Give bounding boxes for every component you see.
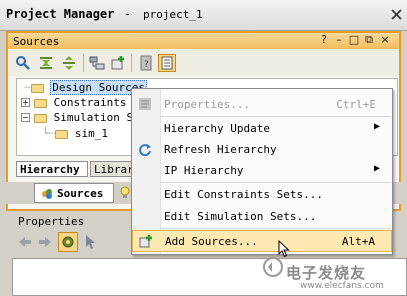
tab-libraries[interactable]: Librar bbox=[90, 161, 134, 177]
tree-item-label: Constraints bbox=[53, 96, 127, 109]
menu-item-edit-simulation-sets[interactable]: Edit Simulation Sets... bbox=[132, 206, 392, 227]
float-icon[interactable]: ⧉ bbox=[363, 34, 375, 46]
sources-tab-icon bbox=[42, 189, 52, 199]
folder-icon bbox=[34, 98, 47, 108]
tab-label: Sources bbox=[57, 187, 104, 200]
title-separator: - bbox=[124, 7, 132, 21]
help-icon[interactable]: ? bbox=[318, 34, 330, 46]
document-icon[interactable]: ? bbox=[137, 54, 155, 72]
maximize-icon[interactable]: □ bbox=[348, 34, 360, 46]
watermark-url: www.elecfans.com bbox=[300, 281, 384, 291]
menu-item-refresh-hierarchy[interactable]: Refresh Hierarchy bbox=[132, 139, 392, 160]
close-icon[interactable] bbox=[391, 9, 402, 20]
pointer-icon[interactable] bbox=[84, 234, 96, 250]
menu-item-shortcut: Ctrl+E bbox=[336, 98, 376, 111]
menu-separator bbox=[160, 228, 391, 229]
menu-item-shortcut: Alt+A bbox=[341, 235, 375, 248]
add-sources-icon bbox=[139, 235, 152, 248]
menu-item-ip-hierarchy[interactable]: IP Hierarchy ▶ bbox=[132, 160, 392, 181]
menu-separator bbox=[160, 182, 391, 183]
menu-item-label: Add Sources... bbox=[165, 235, 258, 248]
tab-sources[interactable]: Sources bbox=[34, 183, 114, 203]
hierarchy-icon[interactable] bbox=[88, 54, 106, 72]
folder-icon bbox=[30, 83, 44, 93]
menu-item-label: IP Hierarchy bbox=[164, 164, 244, 177]
lightbulb-icon[interactable] bbox=[119, 186, 131, 200]
menu-item-label: Properties... bbox=[164, 98, 251, 111]
project-name: project_1 bbox=[143, 8, 203, 21]
collapse-all-icon[interactable] bbox=[37, 54, 55, 72]
tree-item-constraints[interactable]: Constraints bbox=[34, 95, 126, 110]
forward-icon[interactable] bbox=[38, 235, 52, 249]
expand-icon[interactable]: + bbox=[21, 98, 30, 107]
settings-icon[interactable] bbox=[58, 232, 78, 252]
back-icon[interactable] bbox=[18, 235, 32, 249]
compile-order-icon[interactable] bbox=[158, 54, 176, 72]
watermark-logo-icon bbox=[263, 257, 283, 277]
properties-title: Properties bbox=[18, 215, 85, 228]
submenu-arrow-icon: ▶ bbox=[373, 121, 380, 132]
refresh-icon bbox=[139, 144, 151, 156]
tab-hierarchy[interactable]: Hierarchy bbox=[16, 161, 88, 177]
panel-close-icon[interactable]: × bbox=[379, 34, 391, 46]
menu-item-label: Edit Simulation Sets... bbox=[164, 210, 317, 223]
folder-icon bbox=[55, 129, 69, 139]
watermark-text: 电子发烧友 bbox=[286, 264, 367, 282]
menu-item-properties[interactable]: Properties... Ctrl+E bbox=[132, 94, 392, 115]
svg-text:?: ? bbox=[144, 60, 149, 70]
toolbar-divider bbox=[83, 54, 84, 72]
add-sources-icon[interactable] bbox=[109, 54, 127, 72]
minimize-icon[interactable]: – bbox=[333, 34, 345, 46]
menu-item-add-sources[interactable]: Add Sources... Alt+A bbox=[132, 230, 392, 252]
collapse-icon[interactable]: − bbox=[21, 113, 30, 122]
menu-item-label: Hierarchy Update bbox=[164, 122, 270, 135]
menu-item-hierarchy-update[interactable]: Hierarchy Update ▶ bbox=[132, 118, 392, 139]
window-title: Project Manager bbox=[6, 7, 115, 21]
title-bar: Project Manager - project_1 bbox=[0, 0, 407, 31]
menu-item-edit-constraints-sets[interactable]: Edit Constraints Sets... bbox=[132, 184, 392, 205]
menu-item-label: Refresh Hierarchy bbox=[164, 143, 277, 156]
expand-all-icon[interactable] bbox=[60, 54, 78, 72]
tree-item-sim-1[interactable]: └┈ sim_1 bbox=[42, 126, 108, 141]
menu-separator bbox=[160, 116, 391, 117]
search-icon[interactable] bbox=[14, 54, 32, 72]
properties-icon bbox=[139, 98, 151, 110]
tree-item-label: sim_1 bbox=[74, 127, 108, 140]
tree-item-design-sources[interactable]: ┈ Design Sources bbox=[24, 80, 147, 95]
submenu-arrow-icon: ▶ bbox=[373, 163, 380, 174]
sources-panel-title: Sources bbox=[13, 35, 60, 48]
menu-item-label: Edit Constraints Sets... bbox=[164, 188, 323, 201]
tree-item-simulation-sources[interactable]: Simulation Sou bbox=[34, 110, 146, 125]
toolbar-divider bbox=[131, 54, 132, 72]
folder-icon bbox=[34, 113, 47, 123]
